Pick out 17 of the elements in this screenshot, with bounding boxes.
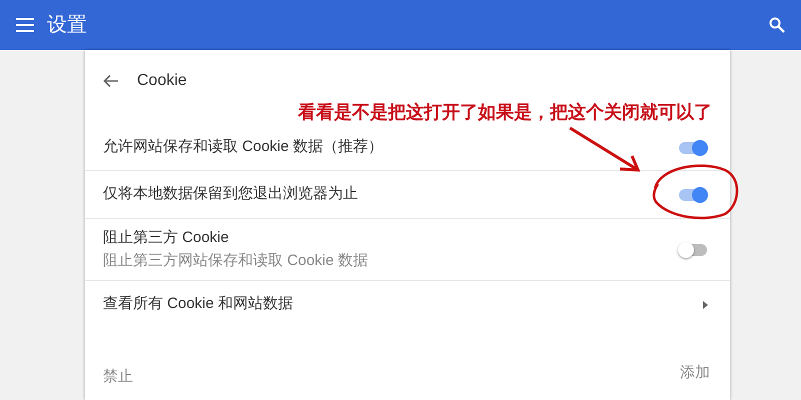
app-title: 设置 — [47, 13, 87, 38]
setting-label: 阻止第三方 Cookie — [103, 228, 230, 248]
add-button[interactable]: 添加 — [680, 362, 710, 384]
toggle-switch[interactable] — [678, 140, 708, 156]
section-title: 禁止 — [103, 367, 133, 387]
toggle-switch[interactable] — [678, 242, 708, 258]
annotation-text: 看看是不是把这打开了如果是，把这个关闭就可以了 — [298, 101, 712, 124]
menu-icon[interactable] — [16, 18, 34, 32]
search-icon[interactable] — [769, 17, 785, 33]
chevron-icon — [703, 300, 708, 308]
back-icon[interactable] — [103, 74, 119, 88]
setting-label: 仅将本地数据保留到您退出浏览器为止 — [103, 184, 358, 204]
toggle-switch[interactable] — [678, 186, 708, 202]
settings-link-row[interactable]: 查看所有 Cookie 和网站数据 — [85, 280, 730, 328]
setting-label: 允许网站保存和读取 Cookie 数据（推荐） — [103, 137, 384, 158]
page-title: Cookie — [137, 71, 187, 91]
setting-description: 阻止第三方网站保存和读取 Cookie 数据 — [103, 250, 368, 270]
